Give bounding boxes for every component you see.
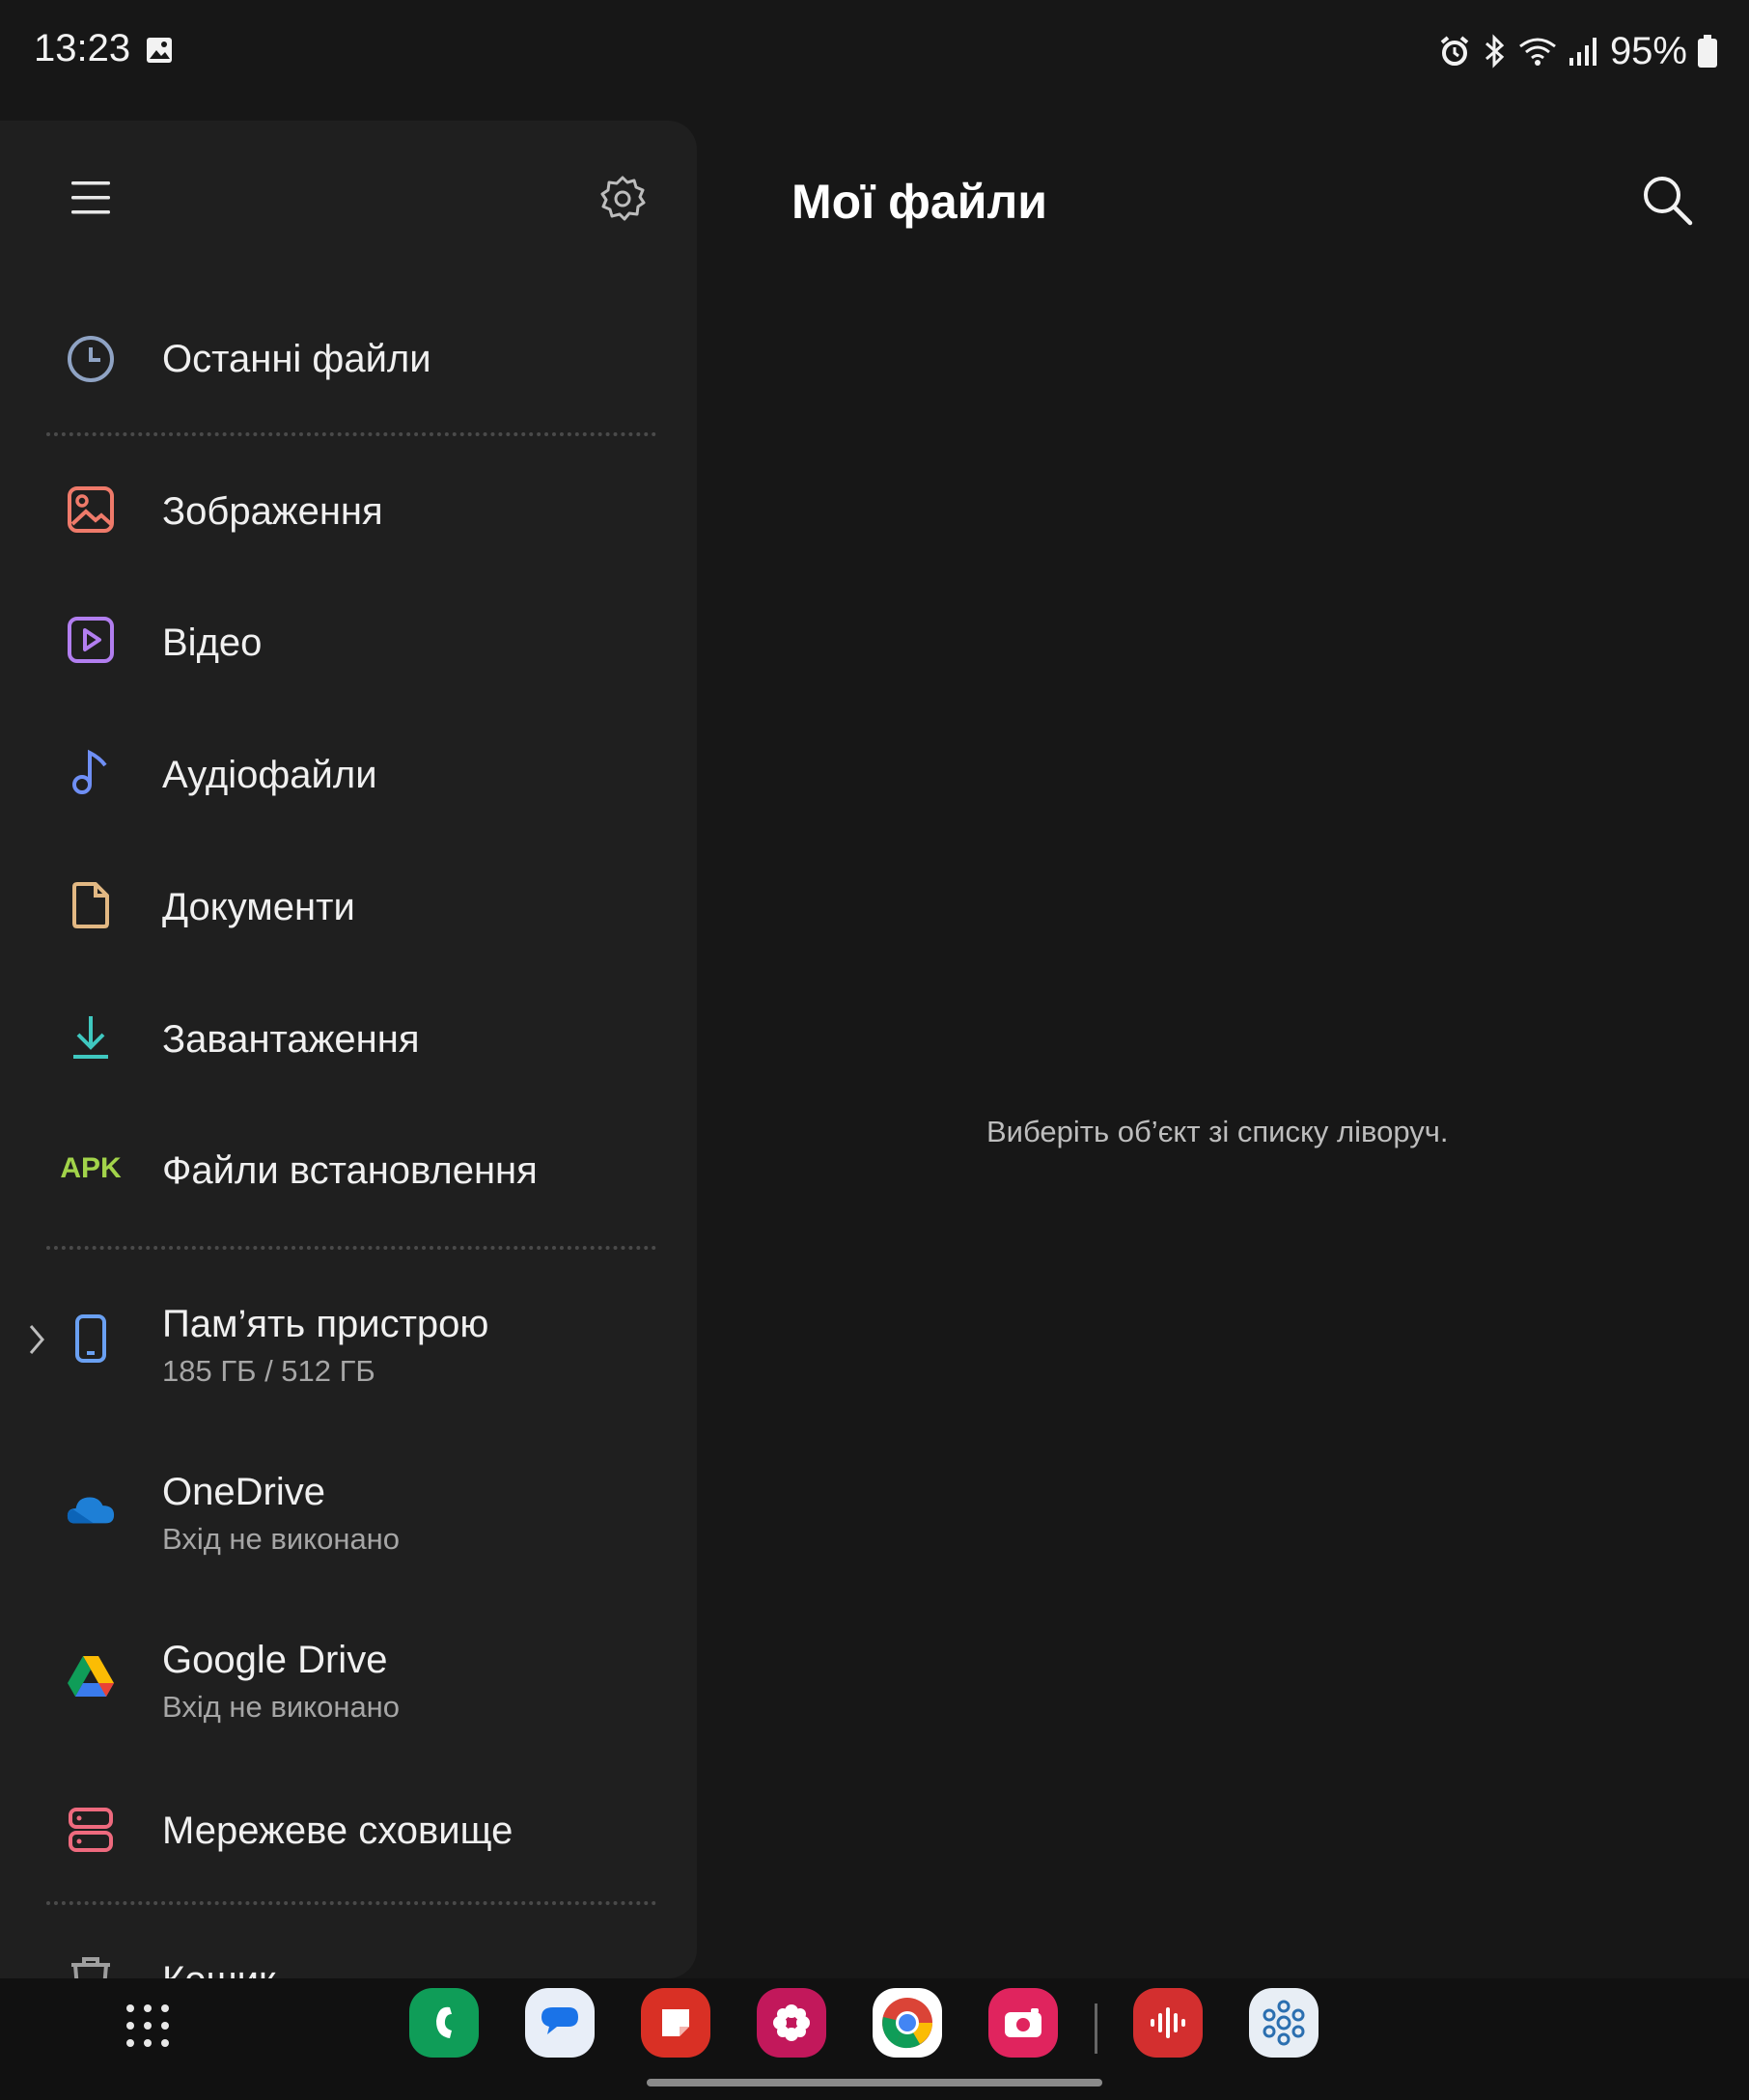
sidebar-item-audio[interactable]: Аудіофайли xyxy=(162,754,377,797)
divider xyxy=(46,1901,656,1905)
search-icon[interactable] xyxy=(1641,174,1693,226)
video-icon xyxy=(66,615,116,665)
hamburger-menu-icon[interactable] xyxy=(69,179,112,217)
empty-state-message: Виберіть об’єкт зі списку ліворуч. xyxy=(986,1115,1449,1148)
divider xyxy=(46,432,656,436)
device-storage-usage: 185 ГБ / 512 ГБ xyxy=(162,1354,375,1388)
divider xyxy=(46,1246,656,1250)
sidebar-item-downloads[interactable]: Завантаження xyxy=(162,1018,420,1062)
camera-app-icon[interactable] xyxy=(988,1988,1058,2058)
battery-percentage: 95% xyxy=(1609,29,1687,72)
home-indicator[interactable] xyxy=(647,2079,1102,2086)
chrome-app-icon[interactable] xyxy=(873,1988,942,2058)
gear-icon[interactable] xyxy=(598,175,647,223)
google-drive-status: Вхід не виконано xyxy=(162,1690,401,1724)
gallery-app-icon[interactable] xyxy=(757,1988,826,2058)
phone-app-icon[interactable] xyxy=(409,1988,479,2058)
sidebar-item-images[interactable]: Зображення xyxy=(162,490,383,534)
gallery-notification-icon xyxy=(147,38,172,63)
alarm-icon xyxy=(1440,36,1469,66)
onedrive-status: Вхід не виконано xyxy=(162,1522,401,1556)
battery-icon xyxy=(1698,35,1717,68)
music-note-icon xyxy=(66,747,116,797)
bluetooth-icon xyxy=(1485,34,1505,69)
sidebar-item-video[interactable]: Відео xyxy=(162,622,262,665)
download-icon xyxy=(66,1012,116,1063)
sidebar-item-recent-files[interactable]: Останні файли xyxy=(162,338,431,381)
onedrive-icon xyxy=(66,1483,116,1534)
phone-icon xyxy=(66,1313,116,1364)
apk-icon: APK xyxy=(60,1152,122,1184)
google-drive-icon xyxy=(66,1651,116,1701)
smartthings-app-icon[interactable] xyxy=(1249,1988,1319,2058)
signal-icon xyxy=(1569,38,1596,66)
messages-app-icon[interactable] xyxy=(525,1988,595,2058)
dock-separator xyxy=(1095,2003,1097,2054)
sidebar-item-device-storage[interactable]: Пам’ять пристрою xyxy=(162,1303,488,1346)
trash-icon xyxy=(66,1954,116,1978)
image-icon xyxy=(66,484,116,535)
apps-grid-icon[interactable] xyxy=(124,2002,172,2050)
status-icons: 95% xyxy=(1438,27,1718,75)
document-icon xyxy=(66,880,116,930)
sidebar-item-trash[interactable]: Кошик xyxy=(162,1959,275,1978)
sidebar-item-onedrive[interactable]: OneDrive xyxy=(162,1471,325,1514)
sidebar-item-install-files[interactable]: Файли встановлення xyxy=(162,1149,538,1193)
clock-icon xyxy=(66,334,116,384)
wifi-icon xyxy=(1519,38,1556,66)
voice-recorder-app-icon[interactable] xyxy=(1133,1988,1203,2058)
sidebar-item-documents[interactable]: Документи xyxy=(162,886,355,929)
navigation-drawer: Останні файли Зображення Відео Аудіофайл… xyxy=(0,121,697,1978)
status-time: 13:23 xyxy=(34,27,131,69)
chevron-right-icon[interactable] xyxy=(27,1323,48,1356)
notes-app-icon[interactable] xyxy=(641,1988,710,2058)
sidebar-item-network-storage[interactable]: Мережеве сховище xyxy=(162,1810,513,1853)
page-title: Мої файли xyxy=(791,175,1047,229)
network-storage-icon xyxy=(66,1805,116,1855)
sidebar-item-google-drive[interactable]: Google Drive xyxy=(162,1639,387,1682)
